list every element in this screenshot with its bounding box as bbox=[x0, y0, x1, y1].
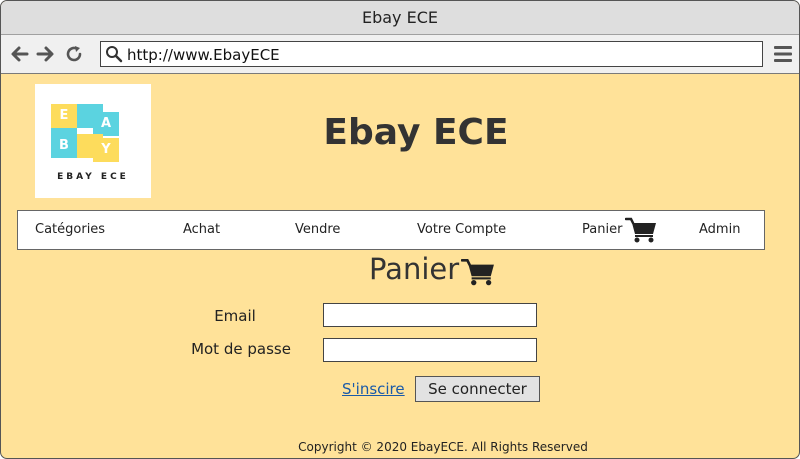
password-field[interactable] bbox=[323, 338, 537, 362]
window-title: Ebay ECE bbox=[1, 1, 799, 35]
shopping-cart-icon[interactable] bbox=[625, 217, 657, 243]
reload-icon[interactable] bbox=[64, 44, 84, 64]
search-icon bbox=[106, 46, 123, 63]
logo-caption: EBAY ECE bbox=[57, 172, 129, 182]
logo-letter-e: E bbox=[59, 108, 69, 123]
main-nav: Catégories Achat Vendre Votre Compte Pan… bbox=[17, 210, 765, 250]
email-label: Email bbox=[214, 307, 256, 325]
login-button[interactable]: Se connecter bbox=[415, 376, 540, 402]
footer-copyright: Copyright © 2020 EbayECE. All Rights Res… bbox=[298, 440, 588, 454]
signup-link[interactable]: S'inscire bbox=[342, 380, 405, 398]
password-label: Mot de passe bbox=[191, 340, 291, 358]
nav-item-panier[interactable]: Panier bbox=[582, 211, 622, 249]
logo-letter-b: B bbox=[59, 138, 69, 153]
email-field[interactable] bbox=[323, 303, 537, 327]
hamburger-menu-icon[interactable] bbox=[773, 45, 793, 63]
nav-item-admin[interactable]: Admin bbox=[699, 211, 740, 249]
site-title: Ebay ECE bbox=[323, 112, 509, 153]
nav-item-achat[interactable]: Achat bbox=[183, 211, 220, 249]
back-arrow-icon[interactable] bbox=[10, 44, 30, 64]
browser-toolbar: http://www.EbayECE bbox=[1, 35, 799, 74]
forward-arrow-icon[interactable] bbox=[35, 44, 55, 64]
logo-letter-y: Y bbox=[101, 142, 111, 157]
nav-item-categories[interactable]: Catégories bbox=[35, 211, 105, 249]
browser-window: Ebay ECE http://www.EbayECE E A B Y EBAY… bbox=[0, 0, 800, 459]
site-logo[interactable]: E A B Y EBAY ECE bbox=[35, 84, 151, 198]
address-bar[interactable]: http://www.EbayECE bbox=[100, 41, 763, 67]
logo-letter-a: A bbox=[100, 116, 112, 131]
url-text[interactable]: http://www.EbayECE bbox=[127, 42, 280, 68]
shopping-cart-icon bbox=[461, 258, 494, 286]
nav-item-votre-compte[interactable]: Votre Compte bbox=[417, 211, 506, 249]
page-content: E A B Y EBAY ECE Ebay ECE Catégories Ach… bbox=[1, 74, 799, 458]
nav-item-vendre[interactable]: Vendre bbox=[295, 211, 340, 249]
page-heading: Panier bbox=[369, 252, 460, 286]
